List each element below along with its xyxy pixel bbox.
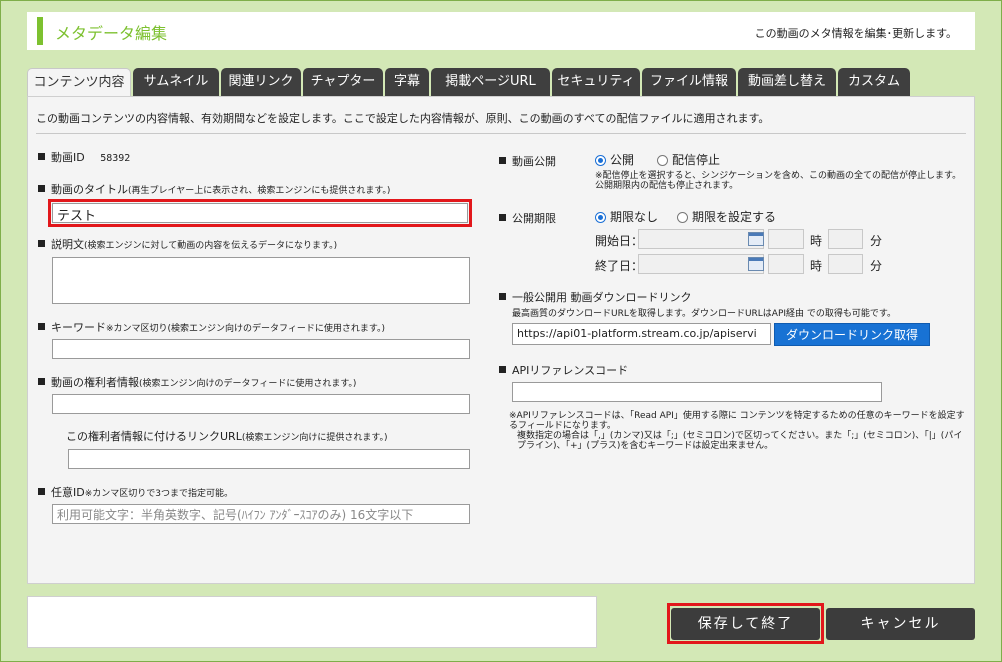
tab-page-url[interactable]: 掲載ページURL — [431, 68, 550, 96]
tab-replace-video[interactable]: 動画差し替え — [738, 68, 836, 96]
panel-intro: この動画コンテンツの内容情報、有効期間などを設定します。ここで設定した内容情報が… — [36, 112, 770, 125]
content-panel: この動画コンテンツの内容情報、有効期間などを設定します。ここで設定した内容情報が… — [27, 96, 975, 584]
page-header: メタデータ編集 この動画のメタ情報を編集･更新します。 — [27, 12, 975, 50]
optional-id-label-row: 任意ID※カンマ区切りで3つまで指定可能。 — [38, 484, 233, 500]
publish-stop-label: 配信停止 — [672, 153, 721, 167]
optional-id-hint: ※カンマ区切りで3つまで指定可能。 — [84, 489, 233, 499]
start-minute-input[interactable] — [828, 229, 863, 249]
page-description: この動画のメタ情報を編集･更新します。 — [754, 27, 957, 40]
bullet-icon — [499, 366, 506, 373]
description-label: 説明文 — [51, 238, 84, 251]
description-hint: (検索エンジンに対して動画の内容を伝えるデータになります。) — [84, 241, 338, 251]
title-label: 動画のタイトル — [51, 183, 128, 196]
period-label: 公開期限 — [512, 212, 556, 225]
end-minute-label: 分 — [870, 259, 883, 273]
bullet-icon — [38, 323, 45, 330]
title-input[interactable]: テスト — [52, 203, 468, 223]
download-label: 一般公開用 動画ダウンロードリンク — [512, 291, 692, 304]
period-none-option[interactable]: 期限なし — [595, 208, 658, 225]
tab-thumbnail[interactable]: サムネイル — [133, 68, 219, 96]
tab-security[interactable]: セキュリティ — [552, 68, 640, 96]
get-download-link-button[interactable]: ダウンロードリンク取得 — [774, 323, 930, 346]
optional-id-label: 任意ID — [51, 486, 85, 499]
radio-icon[interactable] — [657, 155, 668, 166]
end-date-input[interactable] — [638, 254, 764, 274]
keyword-label: キーワード — [51, 321, 106, 334]
period-none-label: 期限なし — [610, 210, 659, 224]
rights-input[interactable] — [52, 394, 470, 414]
radio-selected-icon[interactable] — [595, 155, 606, 166]
download-label-row: 一般公開用 動画ダウンロードリンク — [499, 289, 692, 305]
bullet-icon — [499, 293, 506, 300]
tab-subtitles[interactable]: 字幕 — [385, 68, 429, 96]
optional-id-input[interactable]: 利用可能文字：半角英数字、記号(ﾊｲﾌﾝ ｱﾝﾀﾞｰｽｺｱのみ) 16文字以下 — [52, 504, 470, 524]
cancel-button[interactable]: キャンセル — [826, 608, 975, 640]
bullet-icon — [38, 153, 45, 160]
api-ref-note-2: 複数指定の場合は「,」(カンマ)又は「;」(セミコロン)で区切ってください。また… — [517, 431, 963, 451]
tab-contents[interactable]: コンテンツ内容 — [27, 68, 131, 97]
rights-hint: (検索エンジン向けのデータフィードに使用されます。) — [139, 379, 357, 389]
tab-chapter[interactable]: チャプター — [303, 68, 383, 96]
tab-file-info[interactable]: ファイル情報 — [642, 68, 736, 96]
bullet-icon — [499, 157, 506, 164]
calendar-icon[interactable] — [748, 257, 764, 271]
bullet-icon — [38, 240, 45, 247]
download-note: 最高画質のダウンロードURLを取得します。ダウンロードURLはAPI経由 での取… — [512, 309, 897, 319]
end-date-label: 終了日： — [595, 259, 644, 273]
api-ref-note-1: ※APIリファレンスコードは、「Read API」使用する際に コンテンツを特定… — [509, 411, 965, 431]
end-hour-input[interactable] — [768, 254, 804, 274]
bullet-icon — [38, 488, 45, 495]
tab-custom[interactable]: カスタム — [838, 68, 910, 96]
publish-public-label: 公開 — [610, 153, 635, 167]
start-date-label: 開始日： — [595, 234, 644, 248]
publish-note: ※配信停止を選択すると、シンジケーションを含め、この動画の全ての配信が停止します… — [595, 171, 962, 191]
bullet-icon — [38, 378, 45, 385]
tab-related-links[interactable]: 関連リンク — [221, 68, 301, 96]
radio-selected-icon[interactable] — [595, 212, 606, 223]
rights-url-label: この権利者情報に付けるリンクURL — [66, 430, 242, 443]
start-hour-label: 時 — [810, 234, 823, 248]
rights-url-hint: (検索エンジン向けに提供されます。) — [241, 433, 388, 443]
divider — [36, 133, 966, 134]
bullet-icon — [38, 185, 45, 192]
end-minute-input[interactable] — [828, 254, 863, 274]
rights-label: 動画の権利者情報 — [51, 376, 139, 389]
start-hour-input[interactable] — [768, 229, 804, 249]
period-set-label: 期限を設定する — [692, 210, 777, 224]
period-label-row: 公開期限 — [499, 210, 556, 226]
keyword-input[interactable] — [52, 339, 470, 359]
rights-url-label-row: この権利者情報に付けるリンクURL(検索エンジン向けに提供されます。) — [66, 428, 387, 444]
description-label-row: 説明文(検索エンジンに対して動画の内容を伝えるデータになります。) — [38, 236, 337, 252]
api-ref-label: APIリファレンスコード — [512, 364, 629, 377]
status-message-box — [27, 596, 597, 648]
video-id-label: 動画ID — [51, 151, 85, 164]
rights-url-input[interactable] — [68, 449, 470, 469]
keyword-label-row: キーワード※カンマ区切り(検索エンジン向けのデータフィードに使用されます。) — [38, 319, 385, 335]
end-hour-label: 時 — [810, 259, 823, 273]
rights-label-row: 動画の権利者情報(検索エンジン向けのデータフィードに使用されます。) — [38, 374, 356, 390]
title-label-row: 動画のタイトル(再生プレイヤー上に表示され、検索エンジンにも提供されます。) — [38, 181, 390, 197]
header-accent-bar — [37, 17, 43, 45]
publish-stop-option[interactable]: 配信停止 — [657, 151, 720, 168]
download-url-input[interactable]: https://api01-platform.stream.co.jp/apis… — [512, 323, 771, 345]
period-set-option[interactable]: 期限を設定する — [677, 208, 776, 225]
api-ref-input[interactable] — [512, 382, 882, 402]
bullet-icon — [499, 214, 506, 221]
video-id-row: 動画ID 58392 — [38, 149, 130, 165]
keyword-hint: ※カンマ区切り(検索エンジン向けのデータフィードに使用されます。) — [106, 324, 385, 334]
calendar-icon[interactable] — [748, 232, 764, 246]
save-and-exit-button[interactable]: 保存して終了 — [671, 608, 820, 640]
start-date-input[interactable] — [638, 229, 764, 249]
api-ref-label-row: APIリファレンスコード — [499, 362, 628, 378]
title-hint: (再生プレイヤー上に表示され、検索エンジンにも提供されます。) — [128, 186, 391, 196]
radio-icon[interactable] — [677, 212, 688, 223]
page-title: メタデータ編集 — [55, 24, 168, 43]
publish-label: 動画公開 — [512, 155, 556, 168]
start-minute-label: 分 — [870, 234, 883, 248]
publish-label-row: 動画公開 — [499, 153, 556, 169]
description-textarea[interactable] — [52, 257, 470, 304]
api-ref-note: ※APIリファレンスコードは、「Read API」使用する際に コンテンツを特定… — [509, 411, 969, 451]
publish-public-option[interactable]: 公開 — [595, 151, 634, 168]
video-id-value: 58392 — [100, 153, 131, 164]
